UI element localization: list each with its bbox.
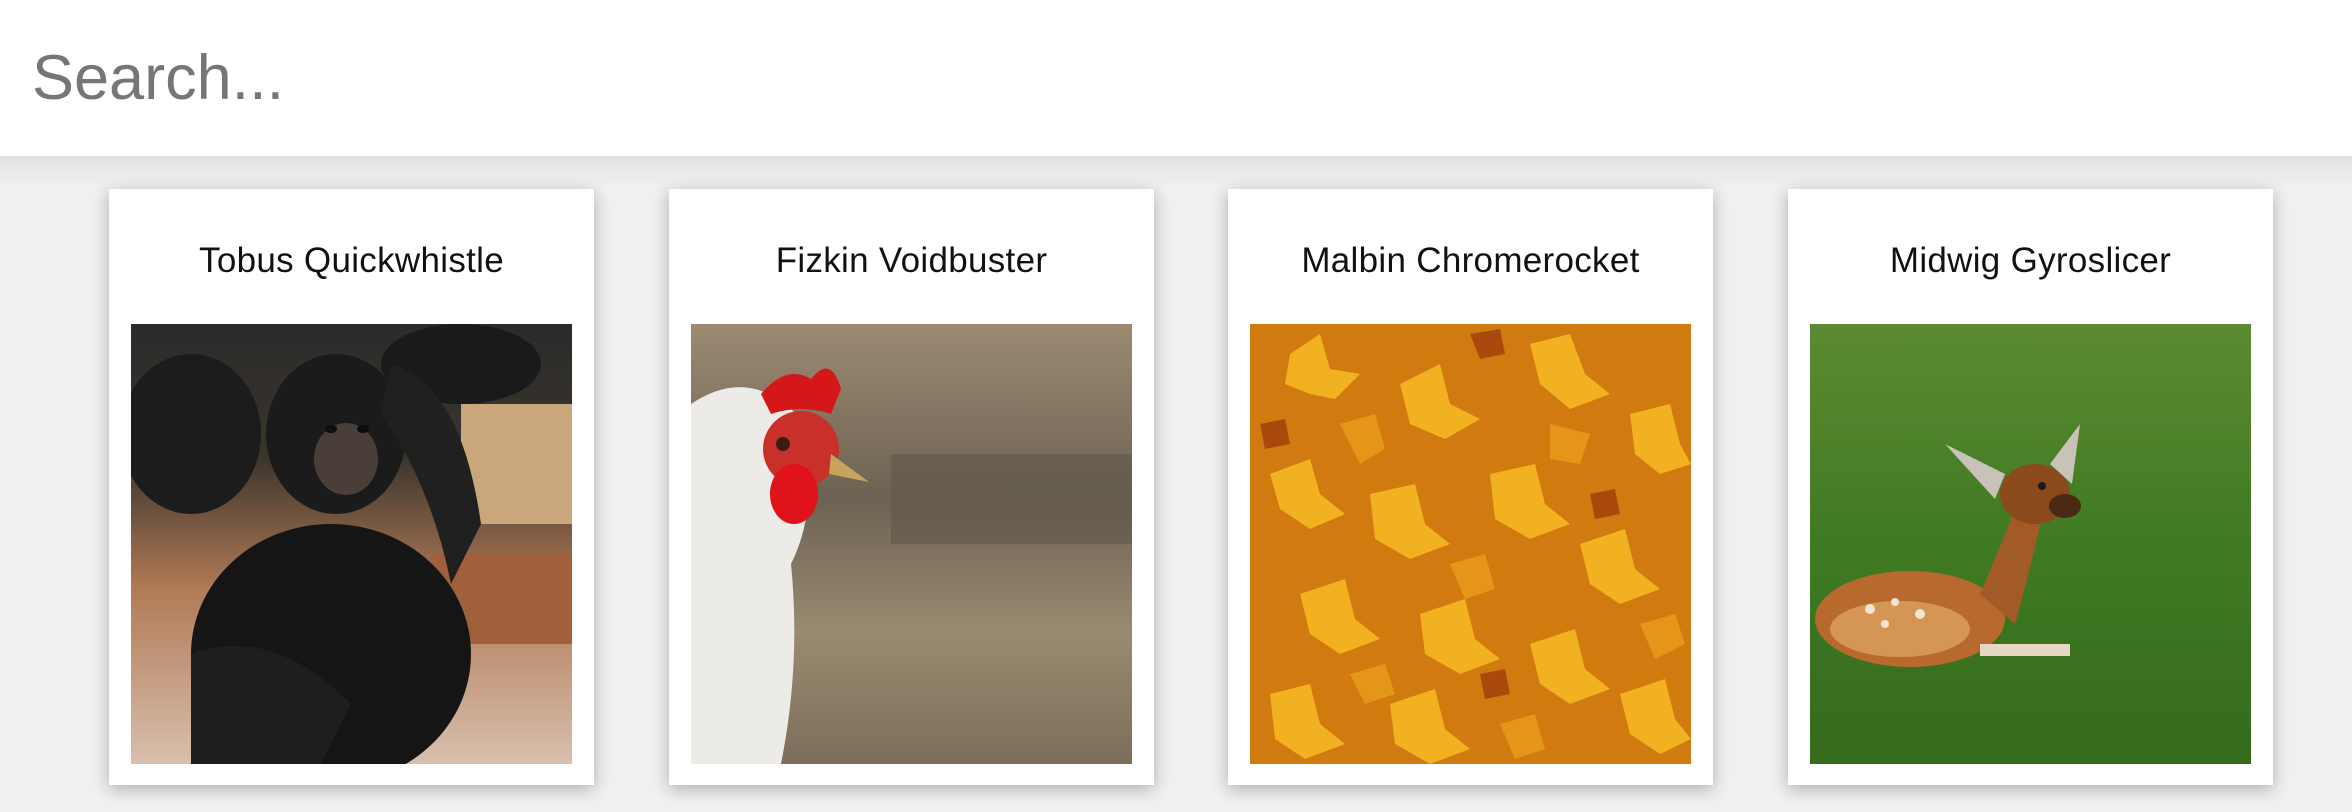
robot-card[interactable]: Midwig Gyroslicer xyxy=(1788,189,2273,785)
robot-card[interactable]: Fizkin Voidbuster xyxy=(669,189,1154,785)
chicken-image xyxy=(691,324,1132,764)
fawn-image xyxy=(1810,324,2251,764)
card-title: Malbin Chromerocket xyxy=(1301,241,1640,280)
card-title: Midwig Gyroslicer xyxy=(1889,241,2172,280)
chimpanzee-image xyxy=(131,324,572,764)
header-shadow xyxy=(0,156,2352,186)
search-input[interactable] xyxy=(0,0,2352,156)
robot-card[interactable]: Malbin Chromerocket xyxy=(1228,189,1713,785)
robot-card[interactable]: Tobus Quickwhistle xyxy=(109,189,594,785)
card-title: Tobus Quickwhistle xyxy=(199,241,504,280)
leaves-image xyxy=(1250,324,1691,764)
card-title: Fizkin Voidbuster xyxy=(775,241,1048,280)
